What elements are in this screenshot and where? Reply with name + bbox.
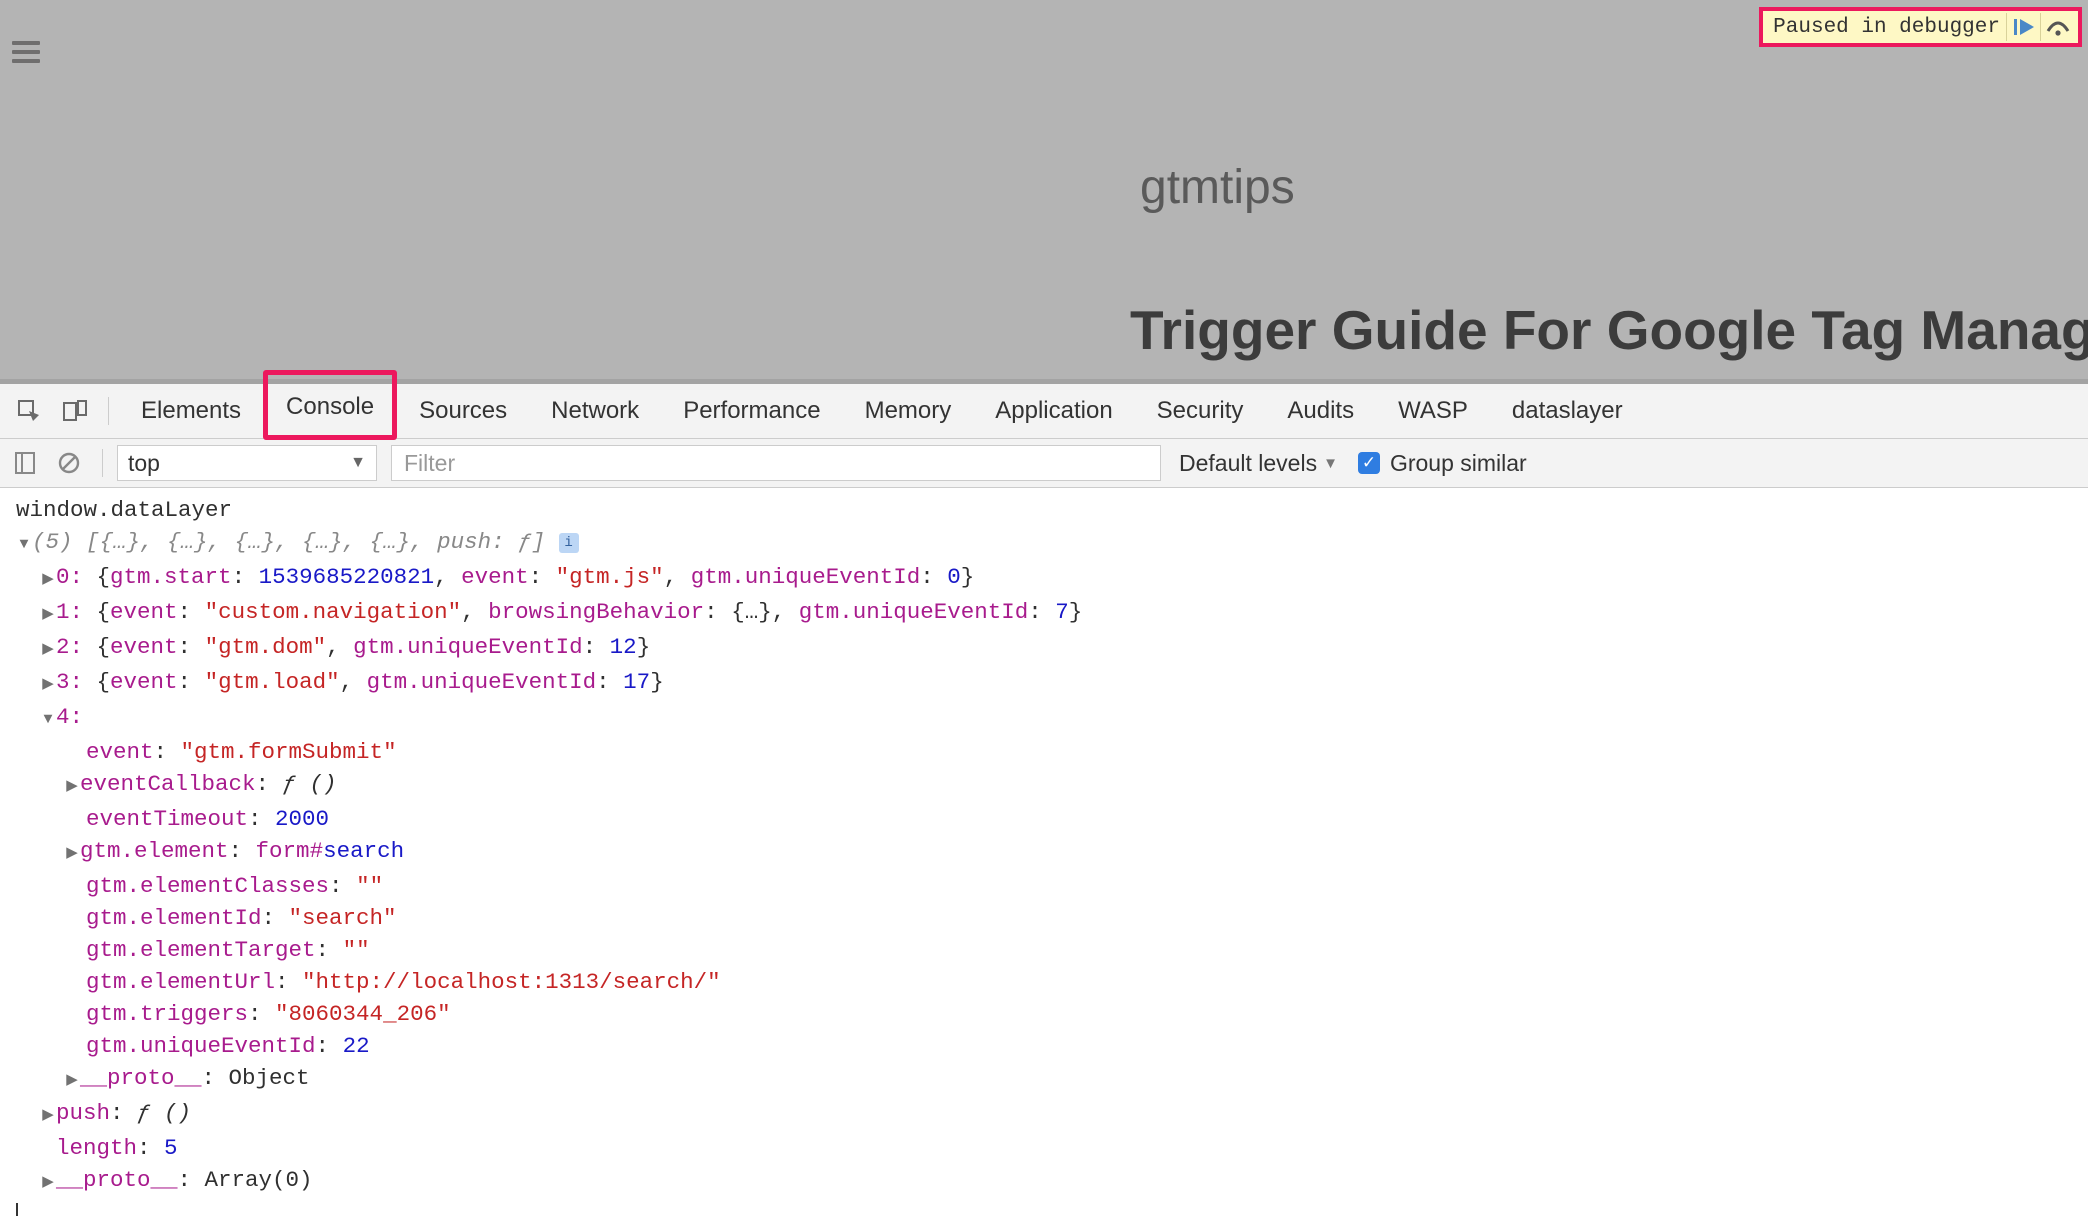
debugger-paused-text: Paused in debugger — [1767, 14, 2006, 41]
devtools-panel: Elements Console Sources Network Perform… — [0, 379, 2088, 1216]
tab-network[interactable]: Network — [529, 385, 661, 437]
inspect-element-icon[interactable] — [12, 394, 46, 428]
array-item-4[interactable]: ▼4: — [8, 701, 2088, 736]
play-icon — [2012, 17, 2036, 37]
tab-audits[interactable]: Audits — [1265, 385, 1376, 437]
prop-event-timeout: eventTimeout: 2000 — [8, 803, 2088, 835]
tab-security[interactable]: Security — [1135, 385, 1266, 437]
array-item-3[interactable]: ▶3: {event: "gtm.load", gtm.uniqueEventI… — [8, 666, 2088, 701]
disclose-closed-icon[interactable]: ▶ — [64, 1065, 80, 1097]
console-output[interactable]: window.dataLayer ▼(5) [{…}, {…}, {…}, {…… — [0, 488, 2088, 1216]
tab-wasp[interactable]: WASP — [1376, 385, 1490, 437]
prop-gtm-element[interactable]: ▶gtm.element: form#search — [8, 835, 2088, 870]
console-cursor — [16, 1203, 18, 1216]
disclose-closed-icon[interactable]: ▶ — [40, 1167, 56, 1199]
chevron-down-icon: ▼ — [350, 454, 366, 472]
prop-element-target: gtm.elementTarget: "" — [8, 934, 2088, 966]
execution-context-select[interactable]: top ▼ — [117, 445, 377, 481]
array-item-0[interactable]: ▶0: {gtm.start: 1539685220821, event: "g… — [8, 561, 2088, 596]
checkbox-checked-icon: ✓ — [1358, 452, 1380, 474]
tab-dataslayer[interactable]: dataslayer — [1490, 385, 1645, 437]
prop-event: event: "gtm.formSubmit" — [8, 736, 2088, 768]
tab-performance[interactable]: Performance — [661, 385, 842, 437]
disclose-closed-icon[interactable]: ▶ — [64, 771, 80, 803]
disclose-closed-icon[interactable]: ▶ — [40, 564, 56, 596]
group-similar-label: Group similar — [1390, 450, 1527, 477]
levels-label: Default levels — [1179, 450, 1317, 477]
article-title: Trigger Guide For Google Tag Manage — [1130, 298, 2088, 362]
prop-push[interactable]: ▶push: ƒ () — [8, 1097, 2088, 1132]
disclose-closed-icon[interactable]: ▶ — [40, 669, 56, 701]
tab-console[interactable]: Console — [263, 370, 397, 440]
device-toolbar-icon[interactable] — [58, 394, 92, 428]
filter-placeholder: Filter — [404, 450, 455, 477]
prop-proto[interactable]: ▶__proto__: Object — [8, 1062, 2088, 1097]
prop-element-classes: gtm.elementClasses: "" — [8, 870, 2088, 902]
prop-length: length: 5 — [8, 1132, 2088, 1164]
console-toolbar: top ▼ Filter Default levels ▼ ✓ Group si… — [0, 439, 2088, 488]
disclose-open-icon[interactable]: ▼ — [40, 704, 56, 736]
array-header[interactable]: ▼(5) [{…}, {…}, {…}, {…}, {…}, push: ƒ] … — [8, 526, 2088, 561]
chevron-down-icon: ▼ — [1323, 455, 1338, 472]
debugger-paused-banner: Paused in debugger — [1759, 7, 2082, 47]
clear-console-icon[interactable] — [50, 451, 88, 475]
prop-element-id: gtm.elementId: "search" — [8, 902, 2088, 934]
prop-triggers: gtm.triggers: "8060344_206" — [8, 998, 2088, 1030]
tab-memory[interactable]: Memory — [843, 385, 974, 437]
disclose-open-icon[interactable]: ▼ — [16, 529, 32, 561]
page-viewport: Paused in debugger gtmtips Trigger Guide… — [0, 0, 2088, 379]
disclose-closed-icon[interactable]: ▶ — [40, 634, 56, 666]
prop-event-callback[interactable]: ▶eventCallback: ƒ () — [8, 768, 2088, 803]
disclose-closed-icon[interactable]: ▶ — [40, 599, 56, 631]
site-title: gtmtips — [1140, 160, 1295, 215]
tab-sources[interactable]: Sources — [397, 385, 529, 437]
array-item-2[interactable]: ▶2: {event: "gtm.dom", gtm.uniqueEventId… — [8, 631, 2088, 666]
disclose-closed-icon[interactable]: ▶ — [40, 1100, 56, 1132]
prop-array-proto[interactable]: ▶__proto__: Array(0) — [8, 1164, 2088, 1199]
tab-elements[interactable]: Elements — [119, 385, 263, 437]
prop-element-url: gtm.elementUrl: "http://localhost:1313/s… — [8, 966, 2088, 998]
step-over-icon — [2045, 17, 2071, 37]
tab-application[interactable]: Application — [973, 385, 1134, 437]
log-levels-select[interactable]: Default levels ▼ — [1179, 450, 1338, 477]
debugger-resume-button[interactable] — [2006, 13, 2040, 41]
disclose-closed-icon[interactable]: ▶ — [64, 838, 80, 870]
devtools-tab-bar: Elements Console Sources Network Perform… — [0, 384, 2088, 439]
prop-unique-event-id: gtm.uniqueEventId: 22 — [8, 1030, 2088, 1062]
hamburger-menu-icon[interactable] — [12, 36, 40, 68]
group-similar-checkbox[interactable]: ✓ Group similar — [1358, 450, 1527, 477]
sidebar-toggle-icon[interactable] — [6, 452, 44, 474]
array-item-1[interactable]: ▶1: {event: "custom.navigation", browsin… — [8, 596, 2088, 631]
info-icon[interactable]: i — [559, 533, 579, 553]
context-value: top — [128, 450, 160, 477]
debugger-step-button[interactable] — [2040, 13, 2074, 41]
console-filter-input[interactable]: Filter — [391, 445, 1161, 481]
console-input-echo: window.dataLayer — [8, 494, 2088, 526]
